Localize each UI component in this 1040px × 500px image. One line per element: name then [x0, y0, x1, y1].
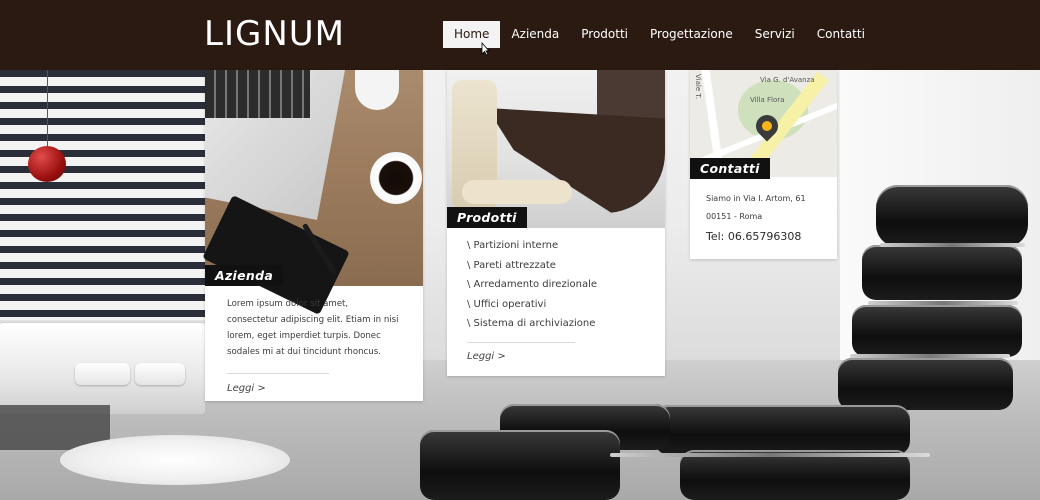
laptop-keyboard: [205, 70, 310, 118]
card-prodotti: Prodotti \ Partizioni interne \ Pareti a…: [447, 70, 665, 376]
card-body-prodotti: \ Partizioni interne \ Pareti attrezzate…: [447, 236, 665, 362]
azienda-photo: [202, 70, 423, 315]
main-nav: Home Azienda Prodotti Progettazione Serv…: [443, 21, 876, 48]
card-title-contatti: Contatti: [690, 158, 770, 179]
prodotti-list: \ Partizioni interne \ Pareti attrezzate…: [467, 236, 645, 334]
card-title-azienda: Azienda: [205, 265, 284, 286]
prodotti-photo: [447, 70, 665, 228]
map-label: Via G. d'Avanza: [760, 76, 815, 84]
prodotti-list-item[interactable]: \ Partizioni interne: [467, 236, 645, 256]
card-azienda: Azienda Lorem ipsum dolor sit amet, cons…: [202, 70, 423, 401]
read-more-link-prodotti[interactable]: Leggi >: [467, 351, 645, 362]
divider: [467, 341, 575, 343]
office-chair-seat: [462, 180, 572, 204]
card-title-prodotti: Prodotti: [447, 207, 527, 228]
background-sofa: [0, 322, 205, 414]
nav-item-progettazione[interactable]: Progettazione: [639, 21, 744, 48]
brand-logo[interactable]: LIGNUM: [204, 14, 345, 54]
prodotti-list-item[interactable]: \ Pareti attrezzate: [467, 256, 645, 276]
prodotti-list-item[interactable]: \ Arredamento direzionale: [467, 275, 645, 295]
background-rug: [60, 435, 290, 485]
azienda-description: Lorem ipsum dolor sit amet, consectetur …: [227, 299, 399, 357]
card-body-azienda: Lorem ipsum dolor sit amet, consectetur …: [205, 296, 423, 394]
computer-mouse: [355, 70, 399, 110]
coffee-cup: [370, 152, 422, 204]
address-line: Siamo in Via I. Artom, 61: [706, 194, 806, 203]
pendant-lamp: [28, 146, 66, 182]
card-body-contatti: Siamo in Via I. Artom, 61 00151 - Roma T…: [690, 190, 837, 248]
map-label: Viale T.: [694, 74, 702, 100]
card-contatti: Via G. d'Avanza Villa Flora Viale T. Con…: [690, 70, 837, 259]
mouse-cursor-icon: [481, 42, 490, 56]
address-line: 00151 - Roma: [706, 212, 763, 221]
header: LIGNUM Home Azienda Prodotti Progettazio…: [0, 0, 1040, 70]
map-label: Villa Flora: [750, 96, 785, 104]
read-more-link-azienda[interactable]: Leggi >: [227, 383, 401, 394]
prodotti-list-item[interactable]: \ Sistema di archiviazione: [467, 314, 645, 334]
prodotti-list-item[interactable]: \ Uffici operativi: [467, 295, 645, 315]
nav-item-servizi[interactable]: Servizi: [744, 21, 806, 48]
nav-item-home[interactable]: Home: [443, 21, 501, 48]
nav-item-prodotti[interactable]: Prodotti: [570, 21, 639, 48]
map-pin-dot: [762, 121, 772, 131]
nav-item-contatti[interactable]: Contatti: [806, 21, 876, 48]
divider: [227, 373, 329, 374]
nav-item-azienda[interactable]: Azienda: [500, 21, 570, 48]
background-blinds: [0, 70, 215, 320]
phone-number[interactable]: Tel: 06.65796308: [706, 226, 821, 248]
lamp-cord: [47, 70, 48, 148]
